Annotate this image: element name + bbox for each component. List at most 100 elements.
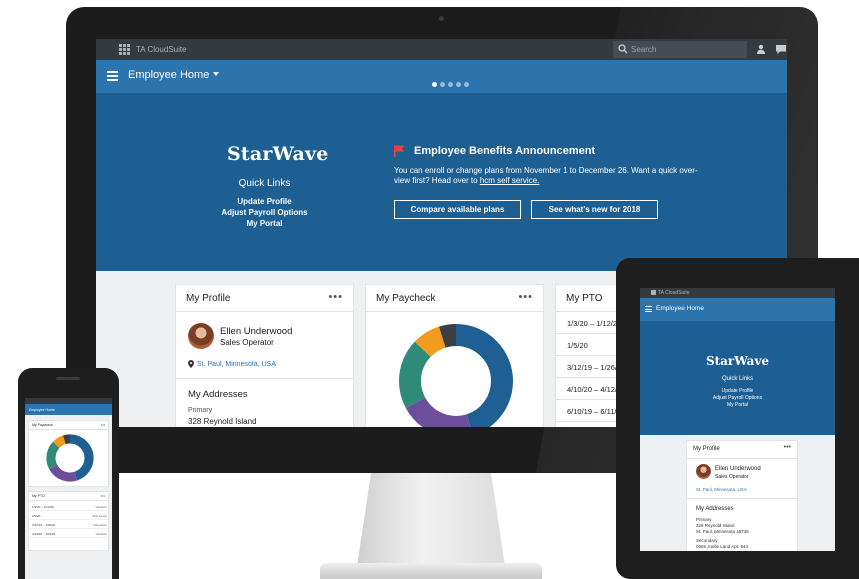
hero-banner: StarWave Quick Links Update Profile Adju…: [96, 93, 787, 271]
pto-row[interactable]: 1/3/20 – 1/12/20 Vacation: [29, 502, 108, 511]
card-title: My Profile: [186, 293, 231, 304]
monitor-stand-base: [320, 563, 542, 579]
pto-dates: 4/10/20 – 4/12/20: [32, 532, 56, 536]
more-options-icon[interactable]: •••: [328, 291, 343, 303]
user-icon[interactable]: [756, 44, 766, 54]
carousel-dot[interactable]: [464, 82, 469, 87]
employee-name: Ellen Underwood: [715, 466, 761, 472]
pto-type: Vacation: [95, 532, 107, 536]
announcement-body: You can enroll or change plans from Nove…: [394, 166, 698, 185]
carousel-dot[interactable]: [448, 82, 453, 87]
phone-speaker: [56, 377, 80, 380]
apps-grid-icon[interactable]: [651, 290, 656, 295]
pto-type: Education: [93, 523, 107, 527]
primary-label: Primary: [696, 517, 712, 522]
quick-links-title: Quick Links: [238, 178, 291, 189]
employee-name: Ellen Underwood: [220, 326, 293, 337]
pto-type: Vacation: [95, 505, 107, 509]
carousel-dot[interactable]: [432, 82, 437, 87]
more-options-icon[interactable]: •••: [101, 422, 105, 427]
quick-links: Update Profile Adjust Payroll Options My…: [640, 388, 835, 409]
company-logo: StarWave: [227, 143, 329, 165]
top-bar: TA CloudSuite Search: [96, 39, 787, 60]
card-title: My Paycheck: [376, 293, 436, 304]
location-pin-icon: [188, 360, 194, 368]
menu-icon[interactable]: [645, 306, 652, 312]
chevron-down-icon: [213, 72, 220, 76]
monitor-stand: [356, 473, 506, 573]
more-options-icon[interactable]: •••: [101, 493, 105, 498]
primary-address: 328 Reynold Island: [188, 417, 257, 426]
nav-bar: Employee Home: [640, 298, 835, 321]
phone-screen: Employee Home My Paycheck ••• My PTO ••• 1…: [25, 398, 112, 579]
card-header: My Paycheck •••: [366, 285, 543, 312]
quick-link-my-portal[interactable]: My Portal: [640, 402, 835, 409]
whats-new-button[interactable]: See what's new for 2018: [531, 200, 658, 219]
quick-link-adjust-payroll[interactable]: Adjust Payroll Options: [640, 395, 835, 402]
chat-icon[interactable]: [776, 45, 786, 54]
divider: [176, 378, 353, 379]
pto-row[interactable]: 4/10/20 – 4/12/20 Vacation: [29, 529, 108, 538]
avatar: [188, 323, 214, 349]
secondary-address: 0665 Joelle Land Apt. 844: [696, 544, 749, 549]
compare-plans-button[interactable]: Compare available plans: [394, 200, 521, 219]
announcement-title: Employee Benefits Announcement: [414, 145, 596, 157]
quick-link-adjust-payroll[interactable]: Adjust Payroll Options: [206, 207, 323, 218]
my-profile-card: My Profile ••• Ellen Underwood Sales Ope…: [175, 284, 354, 427]
more-options-icon[interactable]: •••: [518, 291, 533, 303]
card-header: My Paycheck •••: [29, 421, 108, 430]
nav-bar: Employee Home: [96, 60, 787, 93]
nav-bar: Employee Home: [25, 404, 112, 415]
announcement-text: You can enroll or change plans from Nove…: [394, 166, 704, 186]
employee-location-link[interactable]: St. Paul, Minnesota, USA: [696, 487, 747, 492]
card-header: My PTO •••: [29, 492, 108, 501]
company-logo: StarWave: [705, 354, 770, 368]
brand-name: TA CloudSuite: [136, 45, 187, 54]
card-title: My Paycheck: [32, 423, 53, 427]
quick-link-update-profile[interactable]: Update Profile: [206, 196, 323, 207]
phone-device: Employee Home My Paycheck ••• My PTO ••• 1…: [18, 368, 119, 579]
pto-dates: 1/5/20: [32, 514, 41, 518]
brand-name: TA CloudSuite: [658, 290, 690, 296]
more-options-icon[interactable]: •••: [784, 444, 791, 451]
pto-type: Sick Leave: [92, 514, 107, 518]
search-input[interactable]: Search: [613, 41, 747, 58]
card-title: My PTO: [566, 293, 603, 304]
search-icon: [618, 44, 628, 54]
menu-icon[interactable]: [107, 71, 118, 81]
pto-dates: 1/3/20 – 1/12/20: [32, 505, 54, 509]
employee-role: Sales Operator: [220, 338, 274, 347]
quick-link-my-portal[interactable]: My Portal: [206, 218, 323, 229]
page-title-dropdown[interactable]: Employee Home: [128, 69, 220, 81]
my-paycheck-card: My Paycheck •••: [28, 420, 109, 487]
pto-dates: 3/12/19 – 1/26/20: [32, 523, 56, 527]
card-title: My PTO: [32, 494, 45, 498]
my-paycheck-card: My Paycheck •••: [365, 284, 544, 427]
carousel-dot[interactable]: [440, 82, 445, 87]
my-pto-card: My PTO ••• 1/3/20 – 1/12/20 Vacation 1/5/2…: [28, 491, 109, 551]
employee-role: Sales Operator: [715, 474, 749, 480]
addresses-title: My Addresses: [696, 506, 734, 512]
carousel-dots: [432, 74, 472, 87]
employee-location-link[interactable]: St. Paul, Minnesota, USA: [197, 361, 276, 368]
tablet-device: TA CloudSuite Employee Home StarWave Qui…: [616, 258, 859, 579]
paycheck-donut-chart: [399, 324, 513, 427]
hero-banner: StarWave Quick Links Update Profile Adju…: [640, 321, 835, 435]
primary-city: St. Paul, Minnesota 45745: [696, 529, 749, 534]
quick-links-title: Quick Links: [721, 376, 753, 382]
pto-row[interactable]: 1/5/20 Sick Leave: [29, 511, 108, 520]
flag-icon: [394, 145, 405, 157]
page-title[interactable]: Employee Home: [656, 305, 704, 312]
quick-link-update-profile[interactable]: Update Profile: [640, 388, 835, 395]
pto-row[interactable]: 3/12/19 – 1/26/20 Education: [29, 520, 108, 529]
hcm-self-service-link[interactable]: hcm self service.: [480, 176, 540, 185]
page-title[interactable]: Employee Home: [29, 408, 55, 412]
avatar: [696, 464, 711, 479]
page-title: Employee Home: [128, 69, 210, 81]
carousel-dot[interactable]: [456, 82, 461, 87]
divider: [687, 498, 799, 499]
card-header: My Profile •••: [687, 441, 797, 459]
primary-label: Primary: [188, 407, 213, 414]
apps-grid-icon[interactable]: [119, 44, 130, 55]
my-profile-card: My Profile ••• Ellen Underwood Sales Ope…: [686, 440, 799, 551]
